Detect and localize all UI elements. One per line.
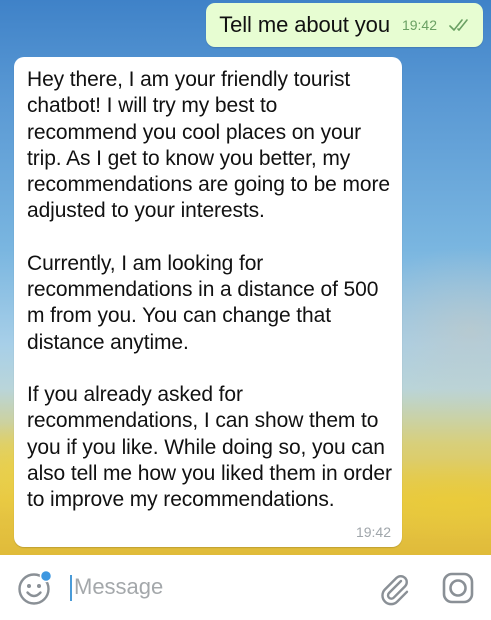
camera-icon[interactable] (442, 572, 474, 604)
outgoing-message-time: 19:42 (401, 17, 437, 33)
outgoing-message-bubble[interactable]: Tell me about you 19:42 (206, 3, 483, 47)
outgoing-message-text: Tell me about you (219, 12, 390, 37)
message-input-bar (0, 555, 491, 620)
message-input[interactable] (74, 572, 354, 602)
incoming-message-bubble[interactable]: Hey there, I am your friendly tourist ch… (14, 57, 402, 547)
message-paragraph: If you already asked for recommendations… (27, 382, 392, 512)
incoming-message-time: 19:42 (355, 524, 391, 540)
text-cursor (70, 575, 72, 601)
message-paragraph: Hey there, I am your friendly tourist ch… (27, 68, 390, 223)
paperclip-icon[interactable] (378, 572, 412, 606)
emoji-icon[interactable] (16, 569, 54, 607)
double-check-icon (449, 19, 468, 31)
message-paragraph: Currently, I am looking for recommendati… (27, 251, 379, 354)
